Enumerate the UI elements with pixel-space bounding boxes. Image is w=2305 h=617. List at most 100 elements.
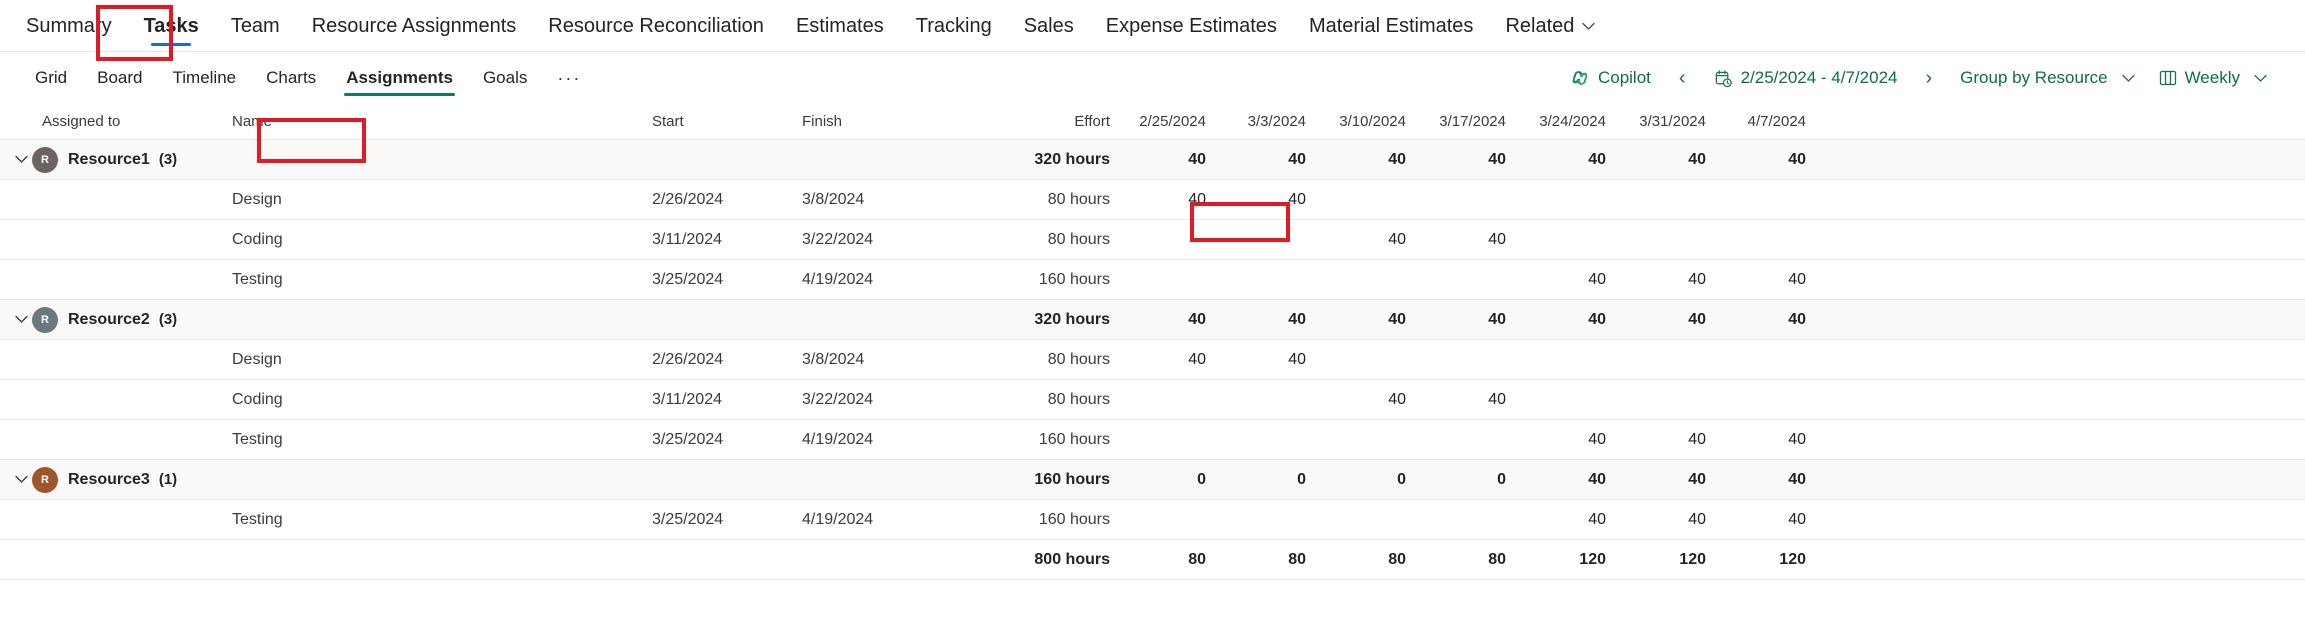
table-row[interactable]: Testing 3/25/2024 4/19/2024 160 hours 40 40 40 xyxy=(0,260,2305,300)
table-row[interactable]: Design 2/26/2024 3/8/2024 80 hours 40 40 xyxy=(0,180,2305,220)
view-tab-timeline[interactable]: Timeline xyxy=(158,52,252,104)
table-row[interactable]: Coding 3/11/2024 3/22/2024 80 hours 40 40 xyxy=(0,220,2305,260)
group-by-dropdown[interactable]: Group by Resource xyxy=(1948,62,2146,94)
task-week-hours-cell[interactable]: 40 xyxy=(1522,431,1622,449)
column-header-assigned-to[interactable]: Assigned to xyxy=(0,113,222,130)
task-finish-cell[interactable]: 3/8/2024 xyxy=(802,351,952,369)
group-week-total-cell[interactable]: 40 xyxy=(1222,151,1322,169)
task-week-hours-cell[interactable]: 40 xyxy=(1522,511,1622,529)
group-week-total-cell[interactable]: 0 xyxy=(1322,471,1422,489)
task-name-cell[interactable]: Design xyxy=(222,351,652,369)
date-range-picker[interactable]: 2/25/2024 - 4/7/2024 xyxy=(1702,62,1910,94)
resource-group-row[interactable]: R Resource2 (3) 320 hours 40 40 40 40 40 40 40 xyxy=(0,300,2305,340)
group-week-total-cell[interactable]: 40 xyxy=(1622,151,1722,169)
task-finish-cell[interactable]: 3/22/2024 xyxy=(802,391,952,409)
view-tab-grid[interactable]: Grid xyxy=(20,52,82,104)
resource-group-row[interactable]: R Resource3 (1) 160 hours 0 0 0 0 40 40 40 xyxy=(0,460,2305,500)
nav-tab-tasks[interactable]: Tasks xyxy=(128,0,215,52)
group-week-total-cell[interactable]: 0 xyxy=(1422,471,1522,489)
grand-total-week-cell[interactable]: 120 xyxy=(1522,551,1622,569)
copilot-button[interactable]: Copilot xyxy=(1558,62,1663,94)
task-finish-cell[interactable]: 4/19/2024 xyxy=(802,271,952,289)
nav-tab-resource-assignments[interactable]: Resource Assignments xyxy=(296,0,533,52)
table-row[interactable]: Design 2/26/2024 3/8/2024 80 hours 40 40 xyxy=(0,340,2305,380)
task-week-hours-cell[interactable]: 40 xyxy=(1322,231,1422,249)
task-week-hours-cell[interactable]: 40 xyxy=(1722,511,1822,529)
task-effort-cell[interactable]: 160 hours xyxy=(952,271,1122,289)
grand-total-week-cell[interactable]: 80 xyxy=(1422,551,1522,569)
group-week-total-cell[interactable]: 0 xyxy=(1222,471,1322,489)
task-name-cell[interactable]: Testing xyxy=(222,271,652,289)
task-start-cell[interactable]: 2/26/2024 xyxy=(652,351,802,369)
view-tab-board[interactable]: Board xyxy=(82,52,157,104)
group-week-total-cell[interactable]: 0 xyxy=(1122,471,1222,489)
group-week-total-cell[interactable]: 40 xyxy=(1722,311,1822,329)
week-column-header[interactable]: 4/7/2024 xyxy=(1722,113,1822,130)
week-column-header[interactable]: 3/24/2024 xyxy=(1522,113,1622,130)
grand-total-week-cell[interactable]: 120 xyxy=(1722,551,1822,569)
group-week-total-cell[interactable]: 40 xyxy=(1422,151,1522,169)
nav-tab-sales[interactable]: Sales xyxy=(1008,0,1090,52)
timescale-dropdown[interactable]: Weekly xyxy=(2147,62,2279,94)
table-row[interactable]: Testing 3/25/2024 4/19/2024 160 hours 40 40 40 xyxy=(0,420,2305,460)
group-week-total-cell[interactable]: 40 xyxy=(1322,151,1422,169)
task-name-cell[interactable]: Coding xyxy=(222,391,652,409)
grand-total-week-cell[interactable]: 80 xyxy=(1222,551,1322,569)
task-week-hours-cell[interactable]: 40 xyxy=(1722,271,1822,289)
group-week-total-cell[interactable]: 40 xyxy=(1722,151,1822,169)
group-week-total-cell[interactable]: 40 xyxy=(1522,311,1622,329)
group-week-total-cell[interactable]: 40 xyxy=(1122,151,1222,169)
week-column-header[interactable]: 3/17/2024 xyxy=(1422,113,1522,130)
nav-tab-estimates[interactable]: Estimates xyxy=(780,0,900,52)
task-week-hours-cell[interactable]: 40 xyxy=(1622,271,1722,289)
task-effort-cell[interactable]: 80 hours xyxy=(952,391,1122,409)
view-tab-assignments[interactable]: Assignments xyxy=(331,52,468,104)
task-start-cell[interactable]: 3/25/2024 xyxy=(652,271,802,289)
column-header-name[interactable]: Name xyxy=(222,113,652,130)
column-header-start[interactable]: Start xyxy=(652,113,802,130)
task-start-cell[interactable]: 3/11/2024 xyxy=(652,231,802,249)
group-week-total-cell[interactable]: 40 xyxy=(1222,311,1322,329)
task-start-cell[interactable]: 3/25/2024 xyxy=(652,431,802,449)
task-effort-cell[interactable]: 80 hours xyxy=(952,231,1122,249)
group-week-total-cell[interactable]: 40 xyxy=(1322,311,1422,329)
view-tab-charts[interactable]: Charts xyxy=(251,52,331,104)
task-finish-cell[interactable]: 3/8/2024 xyxy=(802,191,952,209)
task-week-hours-cell[interactable]: 40 xyxy=(1222,351,1322,369)
nav-tab-resource-reconciliation[interactable]: Resource Reconciliation xyxy=(532,0,780,52)
group-week-total-cell[interactable]: 40 xyxy=(1622,471,1722,489)
task-finish-cell[interactable]: 4/19/2024 xyxy=(802,511,952,529)
column-header-effort[interactable]: Effort xyxy=(952,113,1122,130)
task-week-hours-cell[interactable]: 40 xyxy=(1122,351,1222,369)
next-period-button[interactable]: › xyxy=(1909,64,1948,92)
task-week-hours-cell[interactable]: 40 xyxy=(1622,511,1722,529)
week-column-header[interactable]: 3/3/2024 xyxy=(1222,113,1322,130)
week-column-header[interactable]: 2/25/2024 xyxy=(1122,113,1222,130)
nav-tab-team[interactable]: Team xyxy=(215,0,296,52)
group-week-total-cell[interactable]: 40 xyxy=(1522,151,1622,169)
task-effort-cell[interactable]: 160 hours xyxy=(952,511,1122,529)
previous-period-button[interactable]: ‹ xyxy=(1663,64,1702,92)
task-name-cell[interactable]: Testing xyxy=(222,511,652,529)
task-week-hours-cell[interactable]: 40 xyxy=(1622,431,1722,449)
view-tabs-overflow-button[interactable]: ··· xyxy=(542,52,596,104)
task-name-cell[interactable]: Testing xyxy=(222,431,652,449)
task-effort-cell[interactable]: 160 hours xyxy=(952,431,1122,449)
task-name-cell[interactable]: Coding xyxy=(222,231,652,249)
task-week-hours-cell[interactable]: 40 xyxy=(1222,191,1322,209)
chevron-down-icon[interactable] xyxy=(10,472,32,487)
task-start-cell[interactable]: 3/25/2024 xyxy=(652,511,802,529)
grand-total-week-cell[interactable]: 120 xyxy=(1622,551,1722,569)
task-effort-cell[interactable]: 80 hours xyxy=(952,191,1122,209)
task-start-cell[interactable]: 2/26/2024 xyxy=(652,191,802,209)
group-week-total-cell[interactable]: 40 xyxy=(1622,311,1722,329)
week-column-header[interactable]: 3/10/2024 xyxy=(1322,113,1422,130)
table-row[interactable]: Coding 3/11/2024 3/22/2024 80 hours 40 40 xyxy=(0,380,2305,420)
task-effort-cell[interactable]: 80 hours xyxy=(952,351,1122,369)
nav-tab-material-estimates[interactable]: Material Estimates xyxy=(1293,0,1490,52)
chevron-down-icon[interactable] xyxy=(10,152,32,167)
view-tab-goals[interactable]: Goals xyxy=(468,52,542,104)
task-week-hours-cell[interactable]: 40 xyxy=(1422,391,1522,409)
group-week-total-cell[interactable]: 40 xyxy=(1722,471,1822,489)
task-finish-cell[interactable]: 4/19/2024 xyxy=(802,431,952,449)
